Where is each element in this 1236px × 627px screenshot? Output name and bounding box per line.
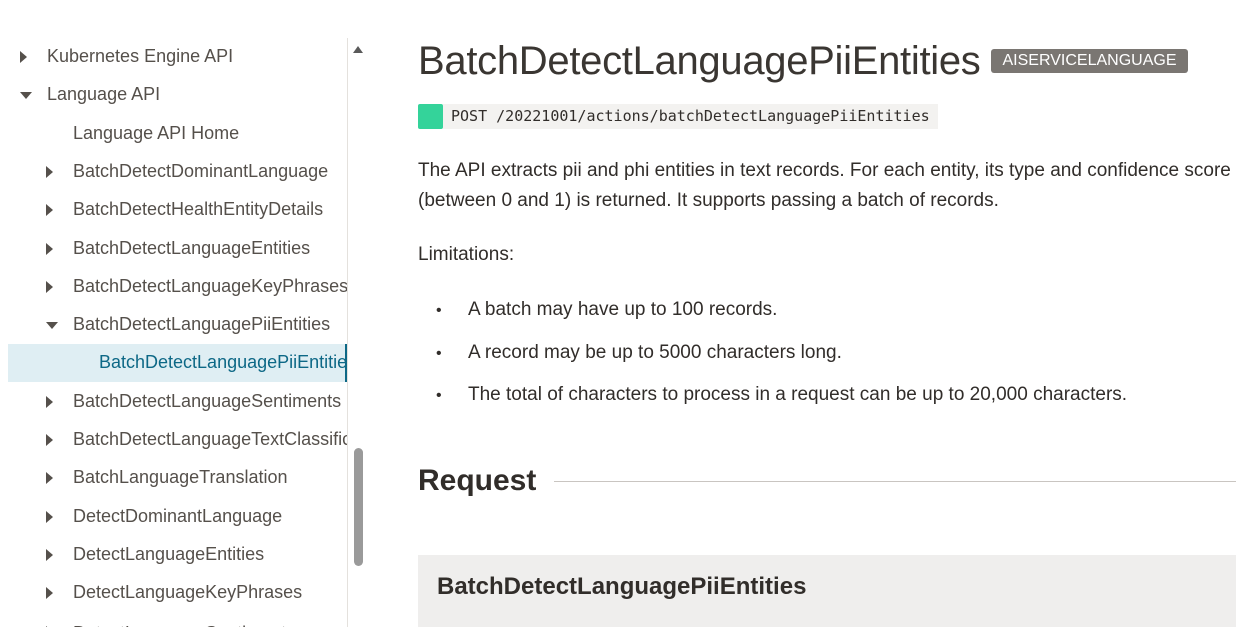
caret-right-icon[interactable] [46,548,53,561]
caret-right-icon[interactable] [46,472,53,485]
endpoint-description: The API extracts pii and phi entities in… [418,160,1231,211]
request-heading: Request [418,464,537,497]
sidebar-item-label: BatchDetectLanguageKeyPhrases [73,275,348,296]
http-method-marker [418,104,443,129]
limitation-item: A record may be up to 5000 characters lo… [418,339,1127,382]
caret-right-icon[interactable] [46,434,53,446]
endpoint-line: POST /20221001/actions/batchDetectLangua… [418,104,938,129]
request-panel-title: BatchDetectLanguagePiiEntities [437,573,807,600]
sidebar-item-label: DetectLanguageEntities [73,543,265,564]
sidebar-item-label: BatchLanguageTranslation [73,467,288,488]
sidebar-item[interactable]: BatchDetectLanguagePiiEntities [8,306,347,344]
sidebar-nav: Kubernetes Engine API Language API Languag… [0,0,368,627]
sidebar-item-label: DetectLanguageKeyPhrases [73,582,303,603]
sidebar-item-label: BatchDetectHealthEntityDetails [73,199,324,220]
sidebar-item-label: BatchDetectLanguageSentiments [73,390,342,411]
sidebar-item-active[interactable]: BatchDetectLanguagePiiEntities [8,344,348,383]
sidebar-item-label: BatchDetectLanguagePiiEntities [73,314,331,335]
title-row: BatchDetectLanguagePiiEntities AISERVICE… [418,36,1189,86]
sidebar-item[interactable]: Language API [8,76,347,114]
sidebar-list: Kubernetes Engine API Language API Languag… [0,38,348,627]
sidebar-item-label: DetectDominantLanguage [73,505,283,526]
page-title: BatchDetectLanguagePiiEntities [418,38,981,83]
caret-right-icon[interactable] [46,510,53,523]
caret-right-icon[interactable] [46,242,53,255]
sidebar-item-label: BatchDetectDominantLanguage [73,160,329,181]
caret-right-icon[interactable] [46,395,53,408]
request-section-header: Request [418,461,1236,501]
service-badge: AISERVICELANGUAGE [990,49,1189,73]
sidebar-item-label: DetectLanguageSentiments [73,623,295,627]
sidebar-item-label: Language API Home [73,122,240,143]
sidebar-item-label: Kubernetes Engine API [47,46,234,66]
caret-right-icon[interactable] [46,280,53,293]
sidebar-item-label: BatchDetectLanguagePiiEntities [99,352,348,373]
sidebar-item[interactable]: Language API Home [8,115,347,153]
scroll-thumb[interactable] [354,448,363,566]
sidebar-item[interactable]: DetectDominantLanguage [8,498,347,536]
main-content: BatchDetectLanguagePiiEntities AISERVICE… [418,0,1236,627]
sidebar-item-label: Language API [47,84,161,105]
caret-right-icon[interactable] [20,51,27,63]
caret-right-icon[interactable] [46,204,53,217]
sidebar-item-label: BatchDetectLanguageEntities [73,237,311,258]
caret-right-icon[interactable] [46,587,53,600]
sidebar-item[interactable]: DetectLanguageEntities [8,536,347,574]
limitations-label: Limitations: [418,244,515,265]
sidebar-scrollbar[interactable] [349,38,368,627]
sidebar-item[interactable]: BatchDetectHealthEntityDetails [8,191,347,229]
caret-right-icon[interactable] [46,165,53,178]
request-panel: BatchDetectLanguagePiiEntities [418,555,1236,627]
sidebar-item[interactable]: DetectLanguageSentiments [8,613,347,627]
sidebar-item[interactable]: BatchDetectDominantLanguage [8,153,347,191]
sidebar-item[interactable]: BatchDetectLanguageEntities [8,230,347,268]
section-divider [554,480,1236,482]
limitation-item: The total of characters to process in a … [418,381,1127,424]
endpoint-path: POST /20221001/actions/batchDetectLangua… [443,104,938,129]
sidebar-item[interactable]: Kubernetes Engine API [8,38,347,76]
sidebar-item[interactable]: BatchLanguageTranslation [8,459,347,497]
limitation-item: A batch may have up to 100 records. [418,296,1127,339]
limitations-list: A batch may have up to 100 records. A re… [418,296,1127,424]
sidebar-item-label: BatchDetectLanguageTextClassification [73,429,347,449]
sidebar-item[interactable]: BatchDetectLanguageSentiments [8,383,347,421]
sidebar-item[interactable]: BatchDetectLanguageTextClassification [8,421,347,459]
caret-down-icon[interactable] [20,92,32,100]
sidebar-item[interactable]: BatchDetectLanguageKeyPhrases [8,268,348,306]
scroll-up-arrow-icon[interactable] [353,46,363,53]
sidebar-item[interactable]: DetectLanguageKeyPhrases [8,574,347,612]
caret-down-icon[interactable] [46,322,58,330]
